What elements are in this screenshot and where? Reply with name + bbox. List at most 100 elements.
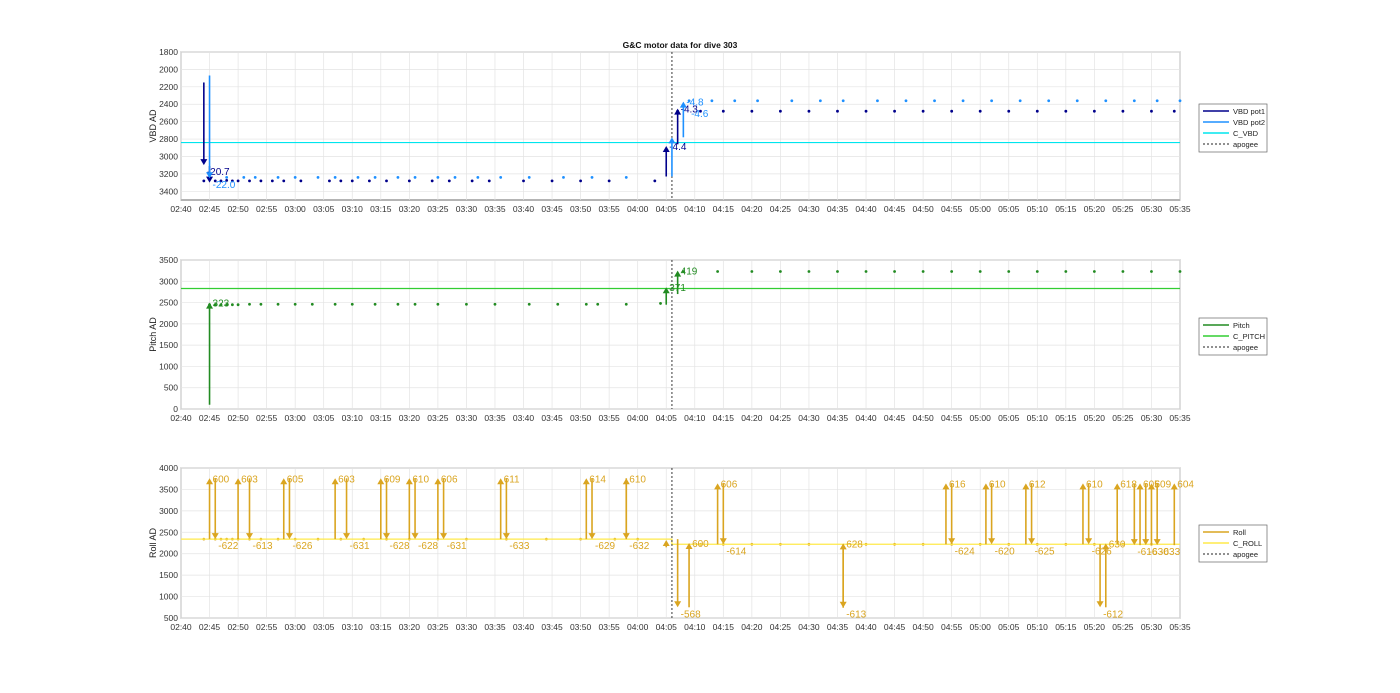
data-point — [436, 175, 440, 179]
y-tick-label: 3200 — [159, 169, 178, 179]
data-point — [1178, 99, 1182, 103]
y-tick-label: 2800 — [159, 134, 178, 144]
data-point — [453, 175, 457, 179]
x-tick-label: 05:10 — [1027, 413, 1049, 423]
data-point — [350, 302, 354, 306]
y-tick-label: 2000 — [159, 319, 178, 329]
x-tick-label: 03:55 — [599, 204, 621, 214]
legend-entry: apogee — [1233, 550, 1258, 559]
data-point — [841, 99, 845, 103]
move-label: -625 — [1035, 546, 1055, 557]
data-point — [350, 179, 354, 183]
data-point — [276, 175, 280, 179]
x-tick-label: 04:00 — [627, 413, 649, 423]
data-point — [293, 302, 297, 306]
data-point — [1092, 109, 1096, 113]
y-tick-label: 2600 — [159, 117, 178, 127]
data-point — [893, 109, 896, 113]
y-tick-label: 0 — [173, 404, 178, 414]
y-tick-label: 3000 — [159, 506, 178, 516]
x-tick-label: 04:05 — [656, 622, 678, 632]
data-point — [1121, 109, 1125, 113]
x-tick-label: 03:20 — [399, 204, 421, 214]
legend-entry: Pitch — [1233, 321, 1250, 330]
move-label: -613 — [846, 610, 866, 621]
legend: VBD pot1 VBD pot2 C_VBDapogee — [1198, 103, 1268, 153]
data-point — [487, 179, 491, 183]
move-label: -614 — [726, 546, 746, 557]
move-label: -628 — [390, 541, 410, 552]
data-point — [493, 302, 497, 306]
x-tick-label: 05:00 — [970, 622, 992, 632]
x-tick-label: 05:25 — [1112, 204, 1134, 214]
x-tick-label: 03:50 — [570, 204, 592, 214]
x-tick-label: 04:10 — [684, 622, 706, 632]
data-point — [253, 175, 257, 179]
data-point — [933, 99, 936, 103]
move-label: -631 — [447, 541, 467, 552]
move-label: -631 — [350, 541, 370, 552]
data-point — [864, 109, 868, 113]
data-point — [790, 99, 794, 103]
vbd-panel: 02:40 02:45 02:50 02:55 03:00 03:05 03:10 03:15… — [148, 47, 1268, 214]
x-tick-label: 05:00 — [970, 413, 992, 423]
x-tick-label: 02:55 — [256, 622, 278, 632]
x-tick-label: 04:25 — [770, 413, 792, 423]
data-point — [396, 175, 400, 179]
x-tick-label: 02:50 — [227, 413, 249, 423]
plot-area — [180, 51, 1181, 201]
data-point — [733, 99, 737, 103]
roll-panel: 02:40 02:45 02:50 02:55 03:00 03:05 03:10 03:15… — [148, 463, 1268, 632]
data-point — [624, 302, 628, 306]
x-tick-label: 05:35 — [1169, 413, 1191, 423]
x-tick-label: 05:25 — [1112, 413, 1134, 423]
y-tick-label: 1500 — [159, 570, 178, 580]
data-point — [527, 302, 531, 306]
x-tick-label: 04:15 — [713, 622, 735, 632]
plot-area — [180, 467, 1181, 619]
legend-entry: VBD pot1 — [1233, 107, 1265, 116]
data-point — [550, 179, 554, 183]
data-point — [299, 179, 303, 183]
move-label: -626 — [292, 541, 312, 552]
y-tick-label: 1500 — [159, 340, 178, 350]
data-point — [293, 175, 297, 179]
x-tick-label: 04:30 — [798, 622, 820, 632]
x-tick-label: 04:30 — [798, 204, 820, 214]
move-label: -4.8 — [686, 98, 704, 109]
x-tick-label: 02:45 — [199, 413, 221, 423]
x-tick-label: 03:05 — [313, 204, 335, 214]
move-label: -633 — [509, 541, 529, 552]
pitch-panel: 02:40 02:45 02:50 02:55 03:00 03:05 03:10 03:15… — [148, 255, 1268, 423]
x-tick-label: 03:35 — [484, 204, 506, 214]
data-point — [270, 179, 274, 183]
data-point — [653, 179, 657, 183]
move-label: 323 — [213, 299, 230, 310]
move-label: -612 — [1103, 609, 1123, 620]
x-tick-label: 02:55 — [256, 204, 278, 214]
data-point — [447, 179, 451, 183]
data-point — [562, 175, 565, 179]
x-tick-label: 05:20 — [1084, 413, 1106, 423]
data-point — [430, 179, 434, 183]
legend: Roll C_ROLLapogee — [1198, 524, 1268, 563]
data-point — [1007, 109, 1011, 113]
x-tick-label: 02:55 — [256, 413, 278, 423]
data-point — [1150, 270, 1153, 273]
x-tick-label: 05:20 — [1084, 204, 1106, 214]
legend-entry: Roll — [1233, 528, 1246, 537]
move-label: -620 — [995, 546, 1015, 557]
data-point — [659, 302, 662, 305]
data-point — [1178, 270, 1182, 273]
data-point — [316, 175, 320, 179]
x-tick-label: 04:45 — [884, 622, 906, 632]
data-point — [356, 175, 360, 179]
x-tick-label: 02:50 — [227, 622, 249, 632]
data-point — [978, 109, 982, 113]
x-tick-label: 05:25 — [1112, 622, 1134, 632]
data-point — [527, 175, 531, 179]
x-tick-label: 03:45 — [541, 622, 563, 632]
data-point — [413, 175, 417, 179]
y-tick-label: 2500 — [159, 527, 178, 537]
x-tick-label: 04:50 — [912, 622, 934, 632]
